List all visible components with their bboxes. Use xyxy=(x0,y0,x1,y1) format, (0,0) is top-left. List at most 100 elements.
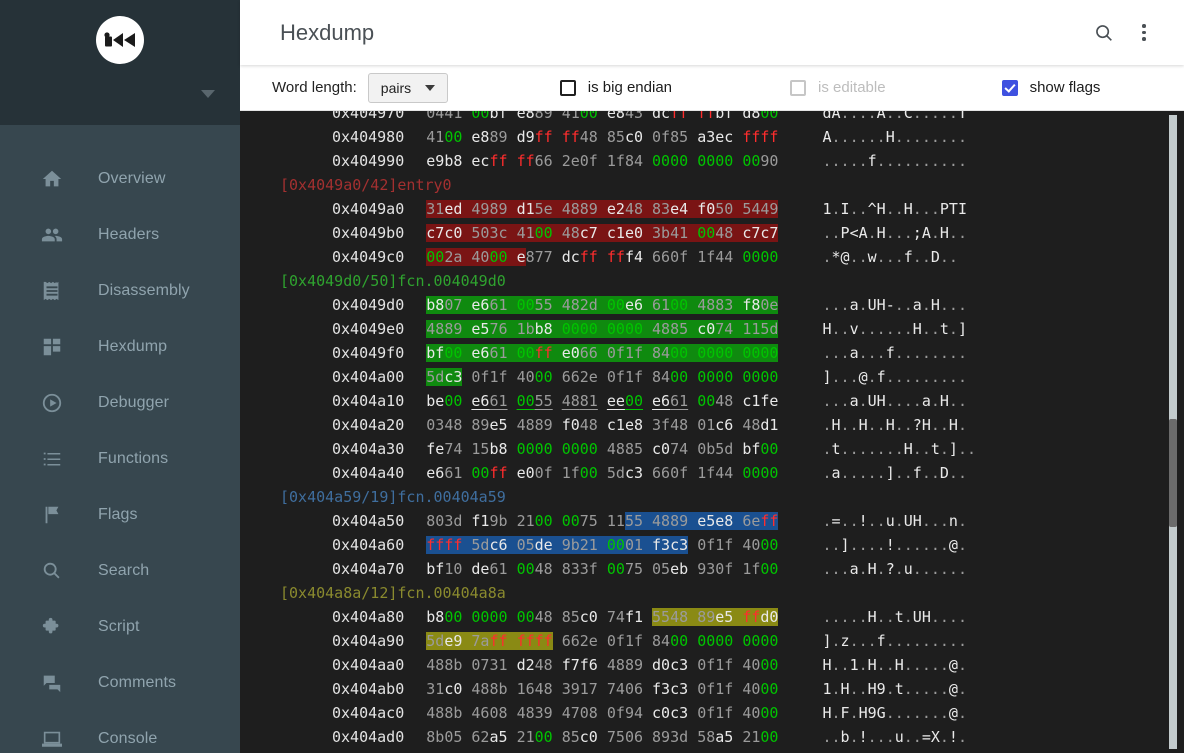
hexdump-row[interactable]: 0x4049c0 002a 4000 e877 dcff fff4 660f 1f… xyxy=(280,245,1184,269)
hexdump-address: 0x404a90 xyxy=(332,632,405,650)
sidebar-item-label: Console xyxy=(98,730,158,747)
hexdump-row[interactable]: 0x404a50 803d f19b 2100 0075 1155 4889 e5… xyxy=(280,509,1184,533)
hexdump-row[interactable]: 0x404ac0 488b 4608 4839 4708 0f94 c0c3 0f… xyxy=(280,701,1184,725)
hexdump-ascii: .....H..t.UH.... xyxy=(822,608,967,626)
hexdump-scroll-area[interactable]: 0x404970 0441 00bf e889 4100 e843 dcff ff… xyxy=(240,111,1184,753)
word-length-label: Word length: xyxy=(272,79,357,96)
hexdump-ascii: .t.......H..t.].. xyxy=(822,440,976,458)
hexdump-highlight: 002a 4000 e xyxy=(426,248,526,266)
hexdump-row[interactable]: 0x404a80 b800 0000 0048 85c0 74f1 5548 89… xyxy=(280,605,1184,629)
hexdump-bytes: 0348 89e5 4889 f048 c1e8 3f48 01c6 48d1 xyxy=(426,416,779,434)
hexdump-highlight: c7c0 503c 4100 48c7 c1e0 3b41 0048 c7c7 xyxy=(426,224,779,242)
hexdump-bytes: c7c0 503c 4100 48c7 c1e0 3b41 0048 c7c7 xyxy=(426,221,779,245)
dashboard-icon xyxy=(40,335,64,359)
is-editable-checkbox: is editable xyxy=(790,79,886,96)
hexdump-row[interactable]: 0x404a10 be00 e661 0055 4881 ee00 e661 00… xyxy=(280,389,1184,413)
hexdump-highlight: bf00 e661 00ff e066 0f1f 8400 0000 0000 xyxy=(426,344,779,362)
search-icon[interactable] xyxy=(1084,13,1124,53)
sidebar-item-functions[interactable]: Functions xyxy=(0,431,240,487)
hexdump-address: 0x404aa0 xyxy=(332,656,405,674)
hexdump-ascii: ]...@.f......... xyxy=(822,368,967,386)
hexdump-highlight: 5dc3 xyxy=(426,368,463,386)
sidebar-item-disassembly[interactable]: Disassembly xyxy=(0,263,240,319)
hexdump-highlight: ffff 5dc6 05de 9b21 0001 f3c3 xyxy=(426,536,689,554)
comments-icon xyxy=(40,671,64,695)
sidebar-item-debugger[interactable]: Debugger xyxy=(0,375,240,431)
hexdump-row[interactable]: 0x404990 e9b8 ecff ff66 2e0f 1f84 0000 00… xyxy=(280,149,1184,173)
hexdump-bytes: 8b05 62a5 2100 85c0 7506 893d 58a5 2100 xyxy=(426,728,779,746)
main-panel: Hexdump Word length: pairs is big endian xyxy=(240,0,1184,753)
hexdump-bytes: 4889 e576 1bb8 0000 0000 4885 c074 115d xyxy=(426,317,779,341)
hexdump-bytes: be00 e661 0055 4881 ee00 e661 0048 c1fe xyxy=(426,392,779,410)
puzzle-icon xyxy=(40,615,64,639)
hexdump-row[interactable]: 0x404a00 5dc3 0f1f 4000 662e 0f1f 8400 00… xyxy=(280,365,1184,389)
hexdump-view[interactable]: 0x404970 0441 00bf e889 4100 e843 dcff ff… xyxy=(240,111,1184,753)
hexdump-bytes: bf10 de61 0048 833f 0075 05eb 930f 1f00 xyxy=(426,560,779,578)
is-big-endian-checkbox[interactable]: is big endian xyxy=(559,79,672,96)
hexdump-row[interactable]: 0x404a30 fe74 15b8 0000 0000 4885 c074 0b… xyxy=(280,437,1184,461)
home-icon xyxy=(40,167,64,191)
top-toolbar: Hexdump xyxy=(240,0,1184,65)
sidebar-item-hexdump[interactable]: Hexdump xyxy=(0,319,240,375)
hexdump-flag-label[interactable]: [0x404a59/19]fcn.00404a59 xyxy=(280,485,1184,509)
sidebar-item-label: Disassembly xyxy=(98,282,190,299)
hexdump-flag-label[interactable]: [0x4049a0/42]entry0 xyxy=(280,173,1184,197)
hexdump-ascii: ].z...f......... xyxy=(822,632,967,650)
checkbox-box xyxy=(790,79,807,96)
hexdump-ascii: ...a.UH-..a.H... xyxy=(822,296,967,314)
hexdump-address: 0x404ab0 xyxy=(332,680,405,698)
hexdump-address: 0x404a00 xyxy=(332,368,405,386)
hexdump-address: 0x404ac0 xyxy=(332,704,405,722)
hexdump-address: 0x404a50 xyxy=(332,512,405,530)
hexdump-ascii: 1.H..H9.t.....@. xyxy=(822,680,967,698)
checkbox-box xyxy=(559,79,576,96)
scrollbar-thumb[interactable] xyxy=(1169,419,1177,528)
hexdump-row[interactable]: 0x404ad0 8b05 62a5 2100 85c0 7506 893d 58… xyxy=(280,725,1184,749)
sidebar-item-overview[interactable]: Overview xyxy=(0,151,240,207)
hexdump-row[interactable]: 0x4049e0 4889 e576 1bb8 0000 0000 4885 c0… xyxy=(280,317,1184,341)
hexdump-row[interactable]: 0x404980 4100 e889 d9ff ff48 85c0 0f85 a3… xyxy=(280,125,1184,149)
sidebar-item-label: Headers xyxy=(98,226,160,243)
hexdump-row[interactable]: 0x404a40 e661 00ff e00f 1f00 5dc3 660f 1f… xyxy=(280,461,1184,485)
sidebar-item-label: Overview xyxy=(98,170,166,187)
hexdump-ascii: ..]....!......@. xyxy=(822,536,967,554)
sidebar-item-headers[interactable]: Headers xyxy=(0,207,240,263)
sidebar-item-script[interactable]: Script xyxy=(0,599,240,655)
hexdump-row[interactable]: 0x404a90 5de9 7aff ffff 662e 0f1f 8400 00… xyxy=(280,629,1184,653)
sidebar-item-flags[interactable]: Flags xyxy=(0,487,240,543)
sidebar: Overview Headers Disassembly Hexdump Deb… xyxy=(0,0,240,753)
vertical-scrollbar[interactable] xyxy=(1169,115,1177,749)
hexdump-row[interactable]: 0x404a20 0348 89e5 4889 f048 c1e8 3f48 01… xyxy=(280,413,1184,437)
hexdump-bytes: e9b8 ecff ff66 2e0f 1f84 0000 0000 0090 xyxy=(426,152,779,170)
options-toolbar: Word length: pairs is big endian is edit… xyxy=(240,65,1184,111)
hexdump-row[interactable]: 0x404a70 bf10 de61 0048 833f 0075 05eb 93… xyxy=(280,557,1184,581)
sidebar-item-label: Functions xyxy=(98,450,169,467)
more-vert-icon[interactable] xyxy=(1124,13,1164,53)
sidebar-item-console[interactable]: Console xyxy=(0,711,240,753)
hexdump-address: 0x4049b0 xyxy=(332,224,405,242)
sidebar-item-label: Flags xyxy=(98,506,138,523)
hexdump-row[interactable]: 0x404a60 ffff 5dc6 05de 9b21 0001 f3c3 0f… xyxy=(280,533,1184,557)
sidebar-item-label: Search xyxy=(98,562,150,579)
hexdump-address: 0x404970 xyxy=(332,111,405,122)
hexdump-row[interactable]: 0x4049f0 bf00 e661 00ff e066 0f1f 8400 00… xyxy=(280,341,1184,365)
hexdump-flag-label[interactable]: [0x4049d0/50]fcn.004049d0 xyxy=(280,269,1184,293)
word-length-select[interactable]: pairs xyxy=(367,72,448,103)
hexdump-address: 0x4049e0 xyxy=(332,320,405,338)
sidebar-item-search[interactable]: Search xyxy=(0,543,240,599)
hexdump-bytes: 5de9 7aff ffff 662e 0f1f 8400 0000 0000 xyxy=(426,632,779,650)
hexdump-row[interactable]: 0x4049b0 c7c0 503c 4100 48c7 c1e0 3b41 00… xyxy=(280,221,1184,245)
hexdump-flag-label[interactable]: [0x404a8a/12]fcn.00404a8a xyxy=(280,581,1184,605)
hexdump-address: 0x404990 xyxy=(332,152,405,170)
show-flags-checkbox[interactable]: show flags xyxy=(1001,79,1100,96)
is-editable-label: is editable xyxy=(818,79,886,96)
hexdump-row[interactable]: 0x404ab0 31c0 488b 1648 3917 7406 f3c3 0f… xyxy=(280,677,1184,701)
hexdump-row[interactable]: 0x404aa0 488b 0731 d248 f7f6 4889 d0c3 0f… xyxy=(280,653,1184,677)
hexdump-row[interactable]: 0x4049a0 31ed 4989 d15e 4889 e248 83e4 f0… xyxy=(280,197,1184,221)
sidebar-item-comments[interactable]: Comments xyxy=(0,655,240,711)
hexdump-ascii: H..v......H..t.] xyxy=(822,320,967,338)
chevron-down-icon[interactable] xyxy=(201,90,215,98)
hexdump-row[interactable]: 0x404970 0441 00bf e889 4100 e843 dcff ff… xyxy=(280,111,1184,125)
hexdump-row[interactable]: 0x4049d0 b807 e661 0055 482d 00e6 6100 48… xyxy=(280,293,1184,317)
hexdump-bytes: e661 00ff e00f 1f00 5dc3 660f 1f44 0000 xyxy=(426,464,779,482)
